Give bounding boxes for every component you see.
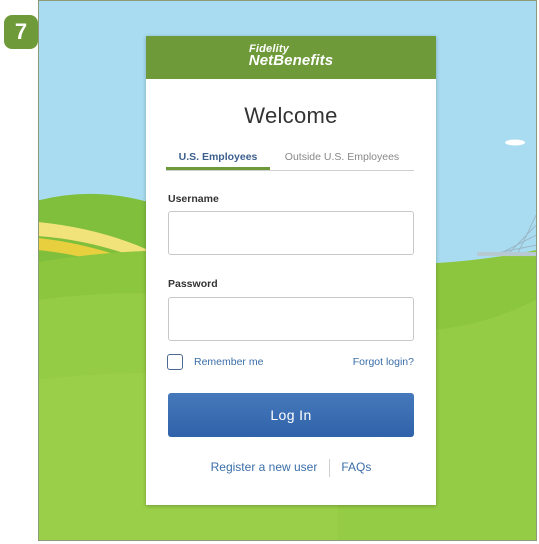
footer-links: Register a new user FAQs [146,459,436,477]
password-label: Password [168,278,218,290]
login-card: Fidelity NetBenefits Welcome U.S. Employ… [146,36,436,505]
welcome-title: Welcome [244,103,338,128]
step-number-badge: 7 [4,15,38,49]
username-label: Username [168,193,219,205]
brand-logo: Fidelity NetBenefits [146,43,436,69]
footer-divider [329,459,331,477]
tab-us-employees[interactable]: U.S. Employees [166,148,270,170]
register-new-user-link[interactable]: Register a new user [211,460,318,474]
brand-logo-line2: NetBenefits [248,52,334,69]
forgot-login-link[interactable]: Forgot login? [353,356,414,368]
remember-me-checkbox[interactable] [167,354,183,370]
employee-tabs: U.S. Employees Outside U.S. Employees [166,148,414,171]
username-input[interactable] [168,211,414,255]
password-input[interactable] [168,297,414,341]
remember-me-label[interactable]: Remember me [194,356,263,368]
tab-outside-us-employees[interactable]: Outside U.S. Employees [270,148,414,170]
login-button[interactable]: Log In [168,393,414,437]
faqs-link[interactable]: FAQs [341,460,371,474]
card-header: Fidelity NetBenefits [146,36,436,79]
